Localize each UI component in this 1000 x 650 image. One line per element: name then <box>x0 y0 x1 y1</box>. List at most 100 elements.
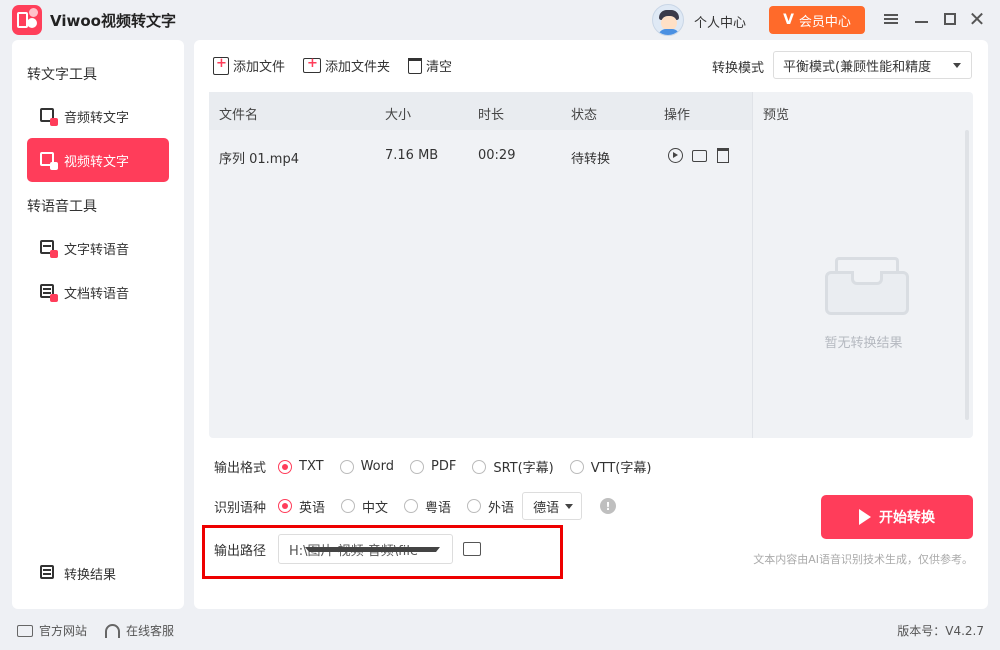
add-file-button[interactable]: 添加文件 <box>213 56 285 75</box>
official-website-label: 官方网站 <box>39 624 88 638</box>
main-panel: 添加文件 添加文件夹 清空 转换模式 平衡模式(兼顾性能和精度 文件名 大小 时… <box>194 40 988 609</box>
app-title: Viwoo视频转文字 <box>50 12 176 30</box>
monitor-icon <box>17 624 33 637</box>
online-support-link[interactable]: 在线客服 <box>105 622 174 639</box>
format-radio-word[interactable]: Word <box>339 459 394 474</box>
vip-center-button[interactable]: V 会员中心 <box>769 6 865 34</box>
sidebar-item-label: 音频转文字 <box>64 110 130 126</box>
column-header-name: 文件名 <box>219 108 259 123</box>
sidebar-item-audio-to-text[interactable]: 音频转文字 <box>27 94 169 138</box>
format-option-label: TXT <box>299 459 324 474</box>
mode-value: 平衡模式(兼顾性能和精度 <box>783 59 932 75</box>
official-website-link[interactable]: 官方网站 <box>17 622 87 639</box>
recognition-language-row: 识别语种 英语 中文 粤语 外语 德语 ! <box>214 492 617 520</box>
text-speech-icon <box>39 239 58 258</box>
start-convert-label: 开始转换 <box>879 510 935 526</box>
result-list-icon <box>39 564 57 582</box>
close-icon[interactable]: ✕ <box>967 9 987 29</box>
column-header-ops: 操作 <box>664 108 691 123</box>
sidebar-item-label: 文字转语音 <box>64 242 130 258</box>
delete-icon[interactable] <box>717 148 729 163</box>
clear-button[interactable]: 清空 <box>408 56 452 75</box>
minimize-icon[interactable] <box>911 9 931 29</box>
format-radio-srt[interactable]: SRT(字幕) <box>472 457 554 476</box>
trash-icon <box>408 57 422 74</box>
vip-center-label: 会员中心 <box>798 14 851 30</box>
add-folder-label: 添加文件夹 <box>325 60 391 75</box>
format-option-label: PDF <box>430 459 457 474</box>
version-label: 版本号：V4.2.7 <box>897 624 984 638</box>
file-status: 待转换 <box>571 152 611 167</box>
lang-option-label: 中文 <box>362 500 389 516</box>
lang-radio-english[interactable]: 英语 <box>278 497 325 516</box>
clear-label: 清空 <box>426 60 453 75</box>
format-option-label: SRT(字幕) <box>493 461 554 476</box>
foreign-language-value: 德语 <box>533 500 560 516</box>
headset-icon <box>105 623 120 638</box>
empty-inbox-icon <box>823 257 911 315</box>
chevron-down-icon <box>565 504 574 509</box>
title-bar: Viwoo视频转文字 个人中心 V 会员中心 ✕ <box>0 0 1000 40</box>
footer: 官方网站 在线客服 版本号：V4.2.7 <box>0 614 1000 650</box>
table-row[interactable]: 序列 01.mp4 7.16 MB 00:29 待转换 <box>209 134 752 178</box>
format-radio-pdf[interactable]: PDF <box>409 459 457 474</box>
disclaimer-text: 文本内容由AI语音识别技术生成，仅供参考。 <box>753 553 973 566</box>
sidebar-item-text-to-speech[interactable]: 文字转语音 <box>27 226 169 270</box>
sidebar-group-title: 转语音工具 <box>27 199 97 215</box>
output-format-row: 输出格式 TXT Word PDF SRT(字幕) VTT(字幕) <box>214 457 667 476</box>
file-size: 7.16 MB <box>385 148 439 163</box>
sidebar-item-doc-to-speech[interactable]: 文档转语音 <box>27 270 169 314</box>
maximize-icon[interactable] <box>940 9 960 29</box>
preview-scrollbar[interactable] <box>965 130 969 420</box>
add-file-icon <box>213 56 229 75</box>
file-duration: 00:29 <box>478 148 516 163</box>
lang-radio-cantonese[interactable]: 粤语 <box>404 497 451 516</box>
mode-select[interactable]: 平衡模式(兼顾性能和精度 <box>773 51 972 79</box>
online-support-label: 在线客服 <box>126 624 175 638</box>
app-logo-icon <box>12 5 42 35</box>
info-icon[interactable]: ! <box>600 498 617 514</box>
play-icon <box>859 509 871 525</box>
file-name: 序列 01.mp4 <box>219 152 299 167</box>
vip-icon: V <box>783 12 794 28</box>
column-header-size: 大小 <box>385 108 412 123</box>
sidebar-item-label: 转换结果 <box>64 567 117 583</box>
format-radio-txt[interactable]: TXT <box>278 459 324 474</box>
lang-radio-foreign[interactable]: 外语 <box>467 497 514 516</box>
table-header: 文件名 大小 时长 状态 操作 <box>209 92 752 130</box>
video-file-icon <box>39 151 58 170</box>
lang-option-label: 粤语 <box>425 500 452 516</box>
sidebar-item-results[interactable]: 转换结果 <box>27 551 169 595</box>
avatar[interactable] <box>652 4 684 36</box>
preview-title: 预览 <box>763 108 790 123</box>
empty-result-text: 暂无转换结果 <box>824 336 903 351</box>
lang-option-label: 英语 <box>299 500 326 516</box>
lang-radio-chinese[interactable]: 中文 <box>341 497 388 516</box>
file-table: 文件名 大小 时长 状态 操作 序列 01.mp4 7.16 MB 00:29 … <box>209 92 752 438</box>
sidebar: 转文字工具 音频转文字 视频转文字 转语音工具 文字转语音 文档转语音 转换结果 <box>12 40 184 609</box>
column-header-status: 状态 <box>571 108 598 123</box>
add-folder-icon <box>303 56 321 73</box>
menu-icon[interactable] <box>881 9 901 29</box>
output-path-highlight-box <box>202 525 563 579</box>
sidebar-item-video-to-text[interactable]: 视频转文字 <box>27 138 169 182</box>
lang-option-label: 外语 <box>488 500 515 516</box>
add-folder-button[interactable]: 添加文件夹 <box>303 56 390 75</box>
sidebar-group-title: 转文字工具 <box>27 67 97 83</box>
open-folder-icon[interactable] <box>692 150 707 162</box>
preview-panel: 预览 暂无转换结果 <box>752 92 973 438</box>
personal-center-link[interactable]: 个人中心 <box>694 12 746 31</box>
output-format-label: 输出格式 <box>214 461 267 476</box>
play-icon[interactable] <box>668 148 683 163</box>
add-file-label: 添加文件 <box>233 60 286 75</box>
format-radio-vtt[interactable]: VTT(字幕) <box>569 457 652 476</box>
foreign-language-select[interactable]: 德语 <box>522 492 583 520</box>
recognition-language-label: 识别语种 <box>214 500 267 516</box>
sidebar-item-label: 文档转语音 <box>64 286 130 302</box>
start-convert-button[interactable]: 开始转换 <box>821 495 973 539</box>
format-option-label: VTT(字幕) <box>590 461 652 476</box>
audio-file-icon <box>39 107 58 126</box>
sidebar-item-label: 视频转文字 <box>64 154 130 170</box>
format-option-label: Word <box>360 459 394 474</box>
mode-label: 转换模式 <box>712 61 765 76</box>
